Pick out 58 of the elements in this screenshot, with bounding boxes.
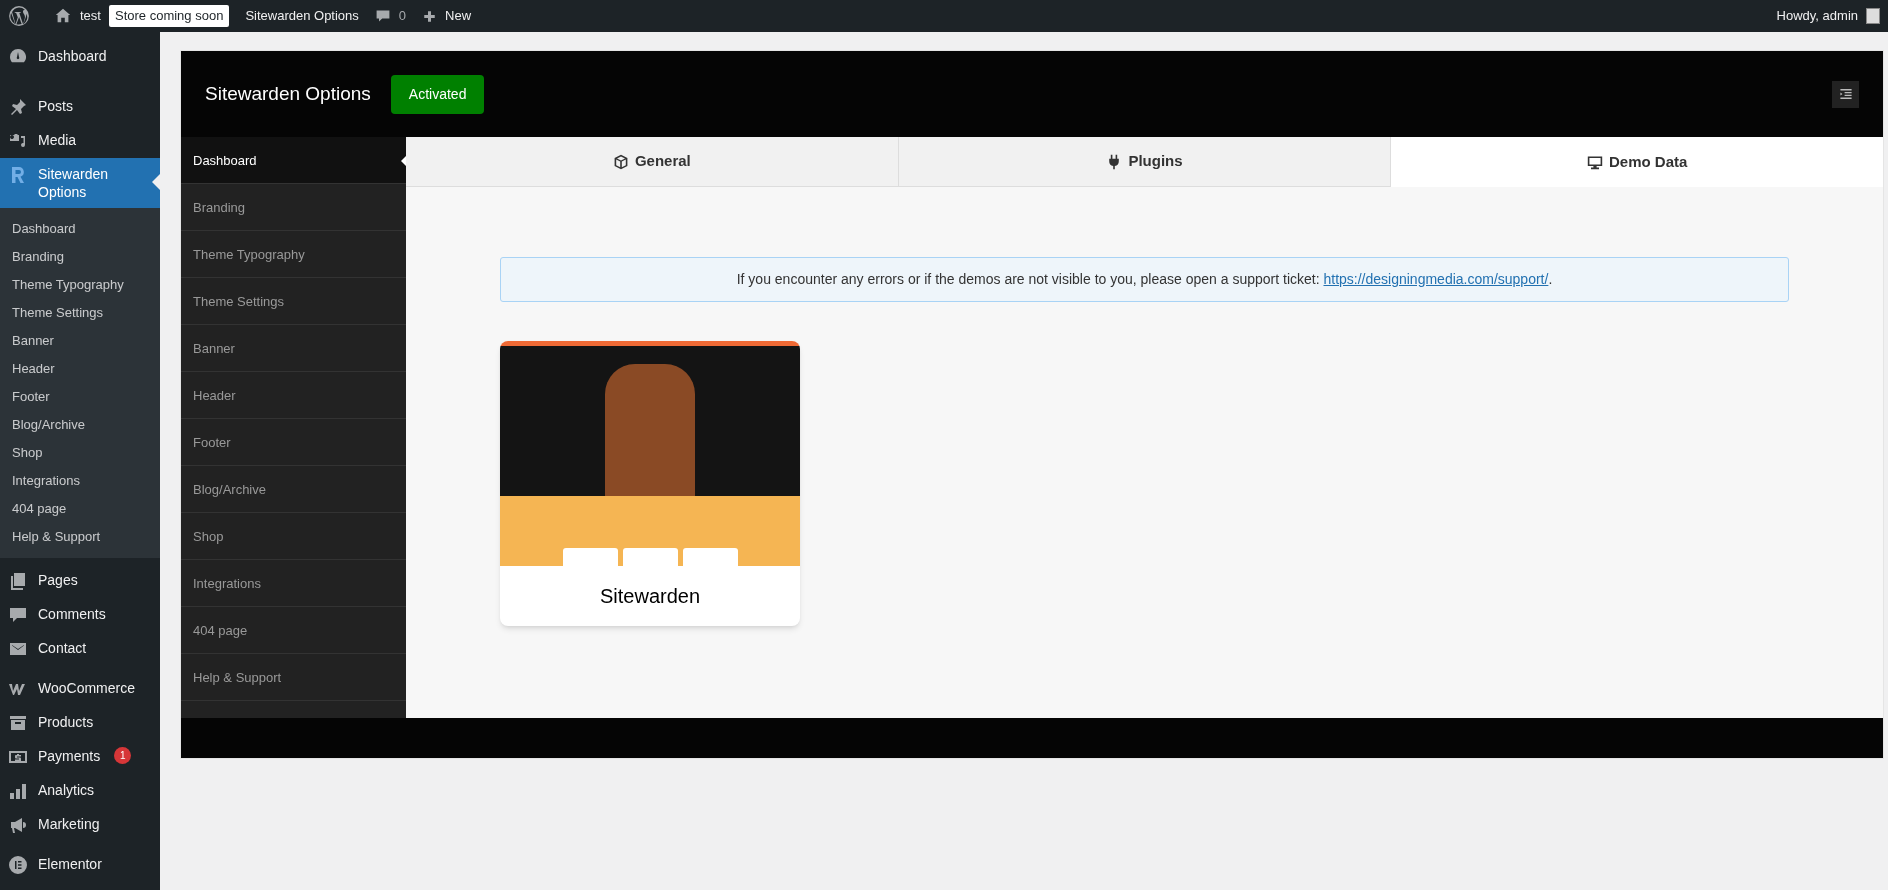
panel-title: Sitewarden Options (205, 81, 371, 106)
sidebar-menu-item[interactable]: Contact (0, 632, 160, 666)
monitor-icon (1587, 154, 1603, 170)
sidebar-menu-item[interactable]: Comments (0, 598, 160, 632)
submenu-item[interactable]: Theme Typography (0, 271, 160, 299)
sidebar-menu-item[interactable]: Sitewarden Options (0, 158, 160, 208)
megaphone-icon (8, 815, 28, 835)
demo-name: Sitewarden (598, 584, 702, 609)
submenu-item[interactable]: Blog/Archive (0, 411, 160, 439)
sidebar-menu-item[interactable]: Media (0, 124, 160, 158)
submenu-item[interactable]: Shop (0, 439, 160, 467)
user-avatar (1866, 8, 1880, 24)
sidebar-menu-item[interactable]: Products (0, 706, 160, 740)
store-status-badge: Store coming soon (108, 5, 230, 27)
sidebar-menu-item[interactable]: Payments 1 (0, 740, 160, 774)
home-icon (54, 7, 72, 25)
panel-tab[interactable]: General (406, 137, 899, 187)
sidebar-menu-item[interactable]: Marketing (0, 808, 160, 842)
pages-icon (8, 571, 28, 591)
submenu-item[interactable]: Banner (0, 327, 160, 355)
activation-status-badge: Activated (390, 74, 485, 114)
archive-box-icon (8, 713, 28, 733)
submenu-item[interactable]: Dashboard (0, 215, 160, 243)
speech-bubble-icon (374, 8, 391, 24)
submenu-item[interactable]: Branding (0, 243, 160, 271)
panel-tab[interactable]: Demo Data (1391, 137, 1883, 187)
bar-chart-icon (8, 781, 28, 801)
speech-bubble-icon (8, 605, 28, 625)
submenu-item[interactable]: Footer (0, 383, 160, 411)
wordpress-logo-icon (8, 5, 30, 27)
submenu-item[interactable]: Header (0, 355, 160, 383)
options-link[interactable]: Sitewarden Options (245, 6, 359, 26)
sidebar-menu-item[interactable]: Dashboard (0, 40, 160, 74)
submenu-item[interactable]: Help & Support (0, 523, 160, 551)
demo-card[interactable]: Sitewarden (500, 341, 800, 626)
plus-icon (422, 8, 438, 24)
sidebar-menu-item[interactable]: WooCommerce (0, 672, 160, 706)
support-link[interactable]: https://designingmedia.com/support/ (1323, 271, 1549, 287)
comment-count: 0 (398, 7, 407, 26)
sidebar-menu-item[interactable]: Elementor (0, 848, 160, 882)
current-menu-arrow (152, 174, 160, 190)
panel-tab[interactable]: Plugins (898, 137, 1392, 187)
sidebar-menu-item[interactable]: Pages (0, 564, 160, 598)
site-name-link[interactable]: test (80, 6, 101, 26)
support-notice: If you encounter any errors or if the demos are not visible to you, please open a support ticket: https://designingmedia.com/support/. (500, 257, 1789, 302)
indent-list-icon (1838, 87, 1853, 101)
sidebar-menu-item[interactable]: Analytics (0, 774, 160, 808)
panel-nav-item[interactable]: Dashboard (181, 137, 406, 184)
submenu-item[interactable]: 404 page (0, 495, 160, 523)
cube-icon (612, 153, 629, 170)
user-greeting-link[interactable]: Howdy, admin (1776, 6, 1858, 26)
sidebar-menu-item[interactable]: Posts (0, 90, 160, 124)
submenu-item[interactable]: Integrations (0, 467, 160, 495)
notification-count-badge: 1 (114, 747, 132, 764)
toggle-menu-button[interactable] (1832, 80, 1859, 108)
submenu-item[interactable]: Theme Settings (0, 299, 160, 327)
elementor-icon (8, 855, 28, 875)
new-link[interactable]: New (445, 6, 472, 26)
